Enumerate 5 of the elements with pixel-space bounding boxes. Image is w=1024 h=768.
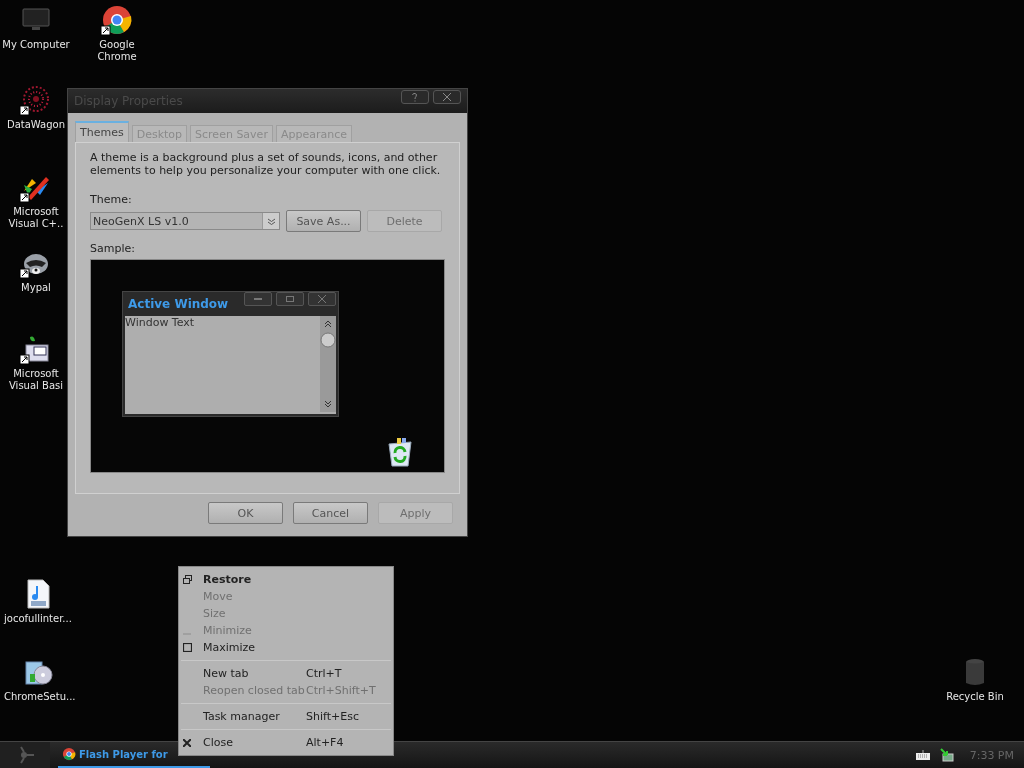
preview-window-title: Active Window [128, 297, 230, 311]
sample-label: Sample: [90, 242, 136, 255]
window-text: Window Text [125, 316, 196, 331]
description-text: A theme is a background plus a set of sounds, icons, and other elements to help you personalize your computer with one click. [90, 151, 442, 177]
theme-label: Theme: [90, 193, 133, 206]
